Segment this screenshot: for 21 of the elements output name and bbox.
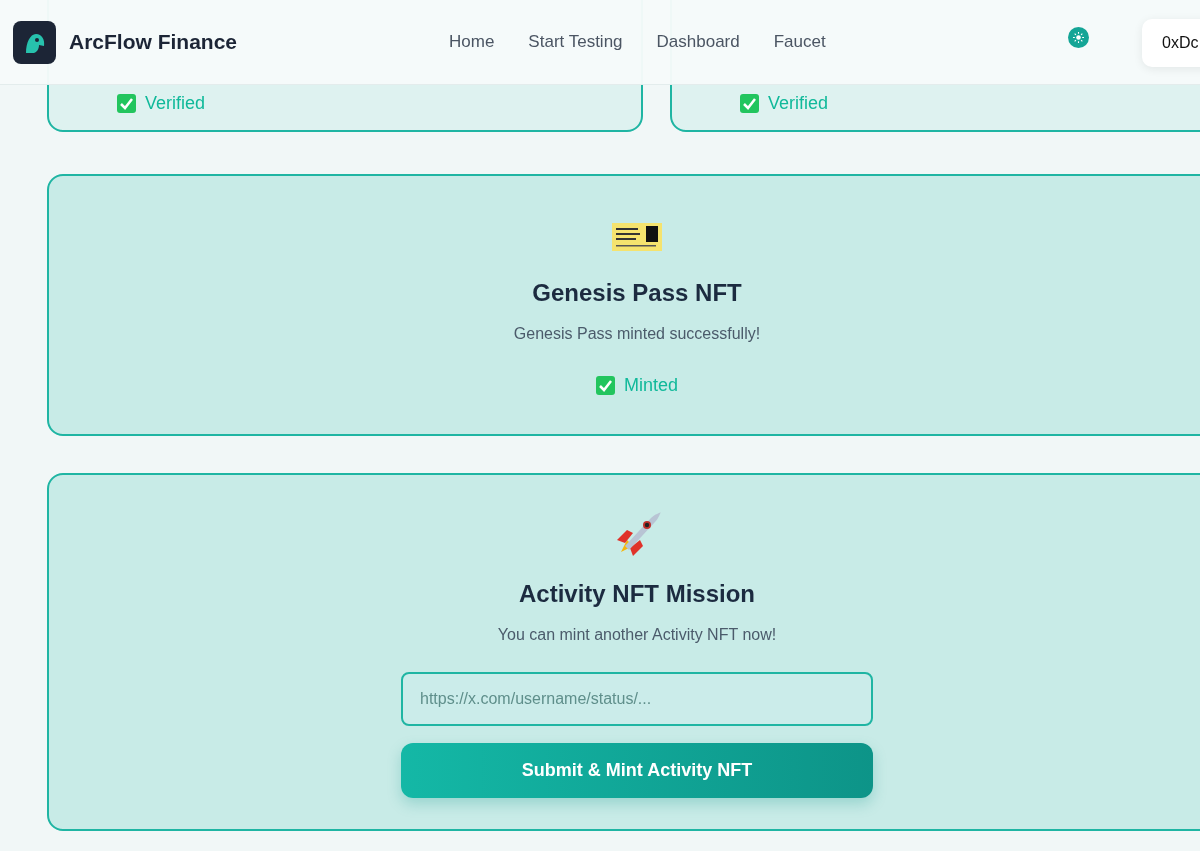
logo-icon [13, 20, 56, 64]
check-icon [740, 94, 759, 113]
url-field[interactable]: https://x.com/username/status/... [401, 672, 873, 726]
status-text: Verified [145, 93, 206, 114]
check-icon [596, 376, 615, 395]
nav-link[interactable]: Faucet [773, 32, 826, 52]
status-text: Verified [768, 93, 829, 114]
status-text: Minted [624, 375, 678, 396]
brand-name: ArcFlow Finance [69, 30, 239, 54]
card-description: You can mint another Activity NFT now! [497, 626, 777, 644]
nav-link[interactable]: Dashboard [656, 32, 740, 52]
card-title: Genesis Pass NFT [532, 279, 742, 307]
wallet-button[interactable]: 0xDc [1142, 19, 1200, 67]
card-description: Genesis Pass minted successfully! [513, 325, 761, 343]
theme-toggle[interactable] [1068, 27, 1089, 48]
check-icon [117, 94, 136, 113]
nav-link[interactable]: Start Testing [528, 32, 623, 52]
card-title: Activity NFT Mission [519, 580, 755, 608]
nav-link[interactable]: Home [449, 32, 495, 52]
ticket-icon [612, 223, 662, 251]
sun-icon [1073, 32, 1084, 43]
